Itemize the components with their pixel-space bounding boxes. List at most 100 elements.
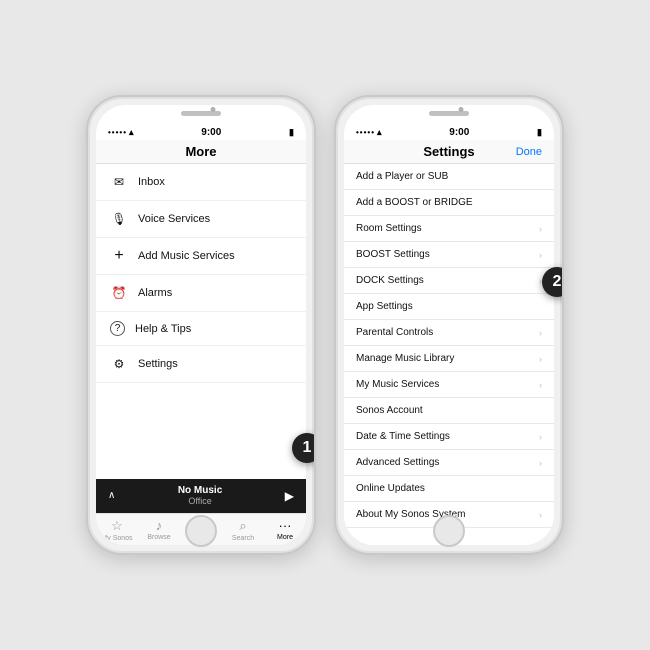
settings-label: Settings	[138, 358, 292, 370]
settings-item-room[interactable]: Room Settings ›	[344, 216, 554, 242]
tab-more-label: More	[277, 534, 293, 541]
player-top: ∧ No Music Office ▶	[108, 485, 294, 506]
parental-controls-label: Parental Controls	[356, 327, 539, 338]
phone-1-nav-bar: More	[96, 140, 306, 164]
help-icon: ?	[110, 321, 125, 336]
settings-item-add-player[interactable]: Add a Player or SUB	[344, 164, 554, 190]
menu-item-inbox[interactable]: ✉ Inbox	[96, 164, 306, 201]
phone-1-home-button[interactable]	[185, 515, 217, 547]
alarms-icon: ⏰	[110, 284, 128, 302]
settings-item-parental[interactable]: Parental Controls ›	[344, 320, 554, 346]
menu-item-alarms[interactable]: ⏰ Alarms	[96, 275, 306, 312]
music-services-label: My Music Services	[356, 379, 539, 390]
player-bar[interactable]: ∧ No Music Office ▶	[96, 479, 306, 513]
signal-dots-2: •••••	[356, 128, 375, 137]
phone-1: ••••• ▴ 9:00 ▮ More ✉ Inbox 🎙 Voice Se	[86, 95, 316, 555]
phone-2: ••••• ▴ 9:00 ▮ Settings Done Add a Playe…	[334, 95, 564, 555]
phone-1-nav-title: More	[185, 144, 216, 159]
step-badge-1: 1	[292, 433, 316, 463]
phone-2-time: 9:00	[449, 127, 469, 138]
parental-chevron: ›	[539, 328, 542, 338]
account-label: Sonos Account	[356, 405, 542, 416]
datetime-label: Date & Time Settings	[356, 431, 539, 442]
phone-2-signal: ••••• ▴	[356, 127, 382, 138]
dock-settings-label: DOCK Settings	[356, 275, 539, 286]
phone-2-camera	[459, 107, 464, 112]
updates-label: Online Updates	[356, 483, 542, 494]
tab-my-sonos-label: My Sonos	[101, 535, 132, 542]
boost-settings-label: BOOST Settings	[356, 249, 539, 260]
settings-item-library[interactable]: Manage Music Library ›	[344, 346, 554, 372]
room-settings-label: Room Settings	[356, 223, 539, 234]
menu-item-settings[interactable]: ⚙ Settings	[96, 346, 306, 383]
more-icon: ···	[279, 518, 292, 533]
menu-item-add-music[interactable]: + Add Music Services	[96, 238, 306, 275]
datetime-chevron: ›	[539, 432, 542, 442]
tab-search-label: Search	[232, 535, 254, 542]
add-music-label: Add Music Services	[138, 250, 292, 262]
phone-1-speaker	[181, 111, 221, 116]
phone-2-speaker	[429, 111, 469, 116]
player-track: No Music Office	[178, 485, 222, 506]
phone-1-camera	[211, 107, 216, 112]
browse-icon: ♪	[156, 518, 163, 533]
settings-item-add-boost[interactable]: Add a BOOST or BRIDGE	[344, 190, 554, 216]
player-chevron-up[interactable]: ∧	[108, 490, 115, 501]
alarms-label: Alarms	[138, 287, 292, 299]
help-label: Help & Tips	[135, 323, 292, 335]
app-settings-label: App Settings	[356, 301, 542, 312]
phones-container: ••••• ▴ 9:00 ▮ More ✉ Inbox 🎙 Voice Se	[86, 95, 564, 555]
phone-2-nav-bar: Settings Done	[344, 140, 554, 164]
player-title: No Music	[178, 485, 222, 496]
advanced-chevron: ›	[539, 458, 542, 468]
settings-item-account[interactable]: Sonos Account	[344, 398, 554, 424]
tab-my-sonos[interactable]: ☆ My Sonos	[96, 514, 138, 545]
player-room: Office	[178, 496, 222, 506]
room-chevron: ›	[539, 224, 542, 234]
menu-item-help[interactable]: ? Help & Tips	[96, 312, 306, 346]
phone-2-screen: ••••• ▴ 9:00 ▮ Settings Done Add a Playe…	[344, 105, 554, 545]
phone-2-content: Add a Player or SUB Add a BOOST or BRIDG…	[344, 164, 554, 545]
music-services-chevron: ›	[539, 380, 542, 390]
inbox-icon: ✉	[110, 173, 128, 191]
settings-item-app[interactable]: App Settings	[344, 294, 554, 320]
wifi-icon: ▴	[129, 127, 134, 138]
inbox-label: Inbox	[138, 176, 292, 188]
my-sonos-icon: ☆	[111, 518, 123, 534]
settings-item-boost[interactable]: BOOST Settings ›	[344, 242, 554, 268]
add-boost-label: Add a BOOST or BRIDGE	[356, 197, 542, 208]
done-button[interactable]: Done	[516, 146, 542, 158]
phone-2-home-button[interactable]	[433, 515, 465, 547]
tab-browse[interactable]: ♪ Browse	[138, 514, 180, 545]
signal-dots: •••••	[108, 128, 127, 137]
phone-2-nav-title: Settings	[423, 144, 474, 159]
settings-item-datetime[interactable]: Date & Time Settings ›	[344, 424, 554, 450]
phone-1-content: ✉ Inbox 🎙 Voice Services + Add Music Ser…	[96, 164, 306, 479]
phone-1-screen: ••••• ▴ 9:00 ▮ More ✉ Inbox 🎙 Voice Se	[96, 105, 306, 545]
add-player-label: Add a Player or SUB	[356, 171, 542, 182]
advanced-label: Advanced Settings	[356, 457, 539, 468]
voice-label: Voice Services	[138, 213, 292, 225]
settings-item-dock[interactable]: DOCK Settings ›	[344, 268, 554, 294]
wifi-icon-2: ▴	[377, 127, 382, 138]
tab-browse-label: Browse	[147, 534, 170, 541]
play-button[interactable]: ▶	[285, 489, 294, 503]
library-label: Manage Music Library	[356, 353, 539, 364]
search-icon: ⌕	[239, 518, 246, 534]
add-music-icon: +	[110, 247, 128, 265]
phone-1-signal: ••••• ▴	[108, 127, 134, 138]
menu-item-voice[interactable]: 🎙 Voice Services	[96, 201, 306, 238]
settings-item-advanced[interactable]: Advanced Settings ›	[344, 450, 554, 476]
phone-1-time: 9:00	[201, 127, 221, 138]
voice-icon: 🎙	[110, 210, 128, 228]
battery-icon: ▮	[289, 127, 294, 138]
boost-chevron: ›	[539, 250, 542, 260]
step-badge-2: 2	[542, 267, 564, 297]
settings-item-music-services[interactable]: My Music Services ›	[344, 372, 554, 398]
tab-more[interactable]: ··· More	[264, 514, 306, 545]
settings-icon: ⚙	[110, 355, 128, 373]
battery-icon-2: ▮	[537, 127, 542, 138]
library-chevron: ›	[539, 354, 542, 364]
settings-item-updates[interactable]: Online Updates	[344, 476, 554, 502]
tab-search[interactable]: ⌕ Search	[222, 514, 264, 545]
